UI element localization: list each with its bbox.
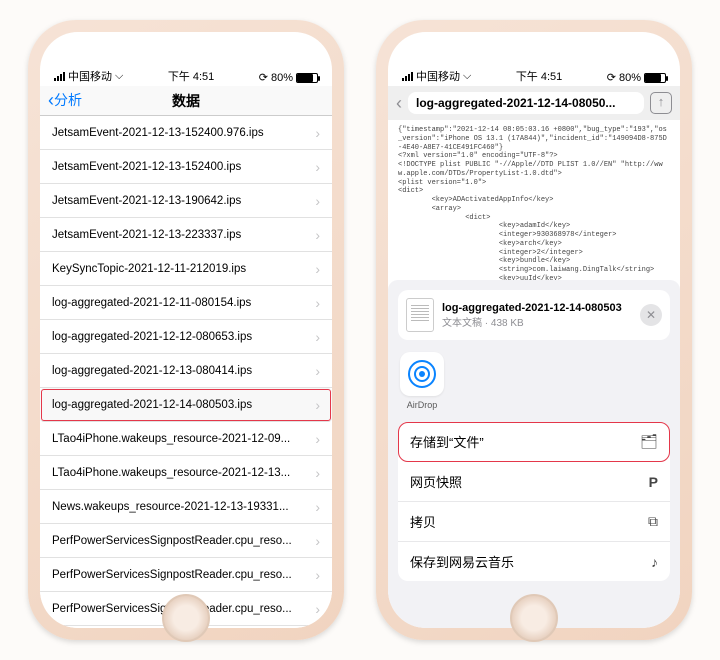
clock: 下午 4:51 (516, 68, 562, 84)
list-item-label: News.wakeups_resource-2021-12-13-19331..… (52, 501, 289, 513)
rotation-lock-icon: ⟳ (259, 71, 268, 84)
action-label: 网页快照 (410, 472, 462, 491)
file-subtitle: 文本文稿 · 438 KB (442, 314, 632, 329)
list-item-label: KeySyncTopic-2021-12-11-212019.ips (52, 263, 246, 275)
list-item[interactable]: PerfPowerServicesSignpostReader.cpu_reso… (40, 558, 332, 592)
list-item-label: JetsamEvent-2021-12-13-223337.ips (52, 229, 241, 241)
chevron-right-icon: › (315, 125, 320, 141)
list-item-label: LTao4iPhone.wakeups_resource-2021-12-09.… (52, 433, 290, 445)
list-item[interactable]: JetsamEvent-2021-12-13-223337.ips › (40, 218, 332, 252)
airdrop-button[interactable]: AirDrop (400, 352, 444, 410)
netease-music-icon: ♪ (651, 554, 658, 570)
carrier-label: 中国移动 (416, 68, 460, 84)
share-sheet: log-aggregated-2021-12-14-080503 文本文稿 · … (388, 280, 680, 628)
nav-bar: ‹ 分析 数据 (40, 86, 332, 116)
iphone-mockup-right: 中国移动 ⌵ 下午 4:51 ⟳ 80% ‹ log-aggregated-20… (376, 20, 692, 640)
list-item[interactable]: PerfPowerServicesSignpostReader.cpu_reso… (40, 524, 332, 558)
list-item[interactable]: News.wakeups_resource-2021-12-13-19331..… (40, 490, 332, 524)
chevron-right-icon: › (315, 193, 320, 209)
rotation-lock-icon: ⟳ (607, 71, 616, 84)
list-item[interactable]: LTao4iPhone.wakeups_resource-2021-12-09.… (40, 422, 332, 456)
list-item-label: PerfPowerServicesSignpostReader.cpu_reso… (52, 535, 292, 547)
list-item[interactable]: log-aggregated-2021-12-13-080414.ips › (40, 354, 332, 388)
battery-percent: 80% (619, 72, 641, 84)
chevron-right-icon: › (315, 601, 320, 617)
page-title: log-aggregated-2021-12-14-08050... (408, 92, 644, 114)
battery-icon (296, 73, 318, 83)
clock: 下午 4:51 (168, 68, 214, 84)
back-label: 分析 (54, 90, 82, 110)
list-item[interactable]: JetsamEvent-2021-12-13-152400.976.ips › (40, 116, 332, 150)
iphone-mockup-left: 中国移动 ⌵ 下午 4:51 ⟳ 80% ‹ 分析 数据 JetsamEvent… (28, 20, 344, 640)
chevron-right-icon: › (315, 567, 320, 583)
list-item-label: JetsamEvent-2021-12-13-152400.ips (52, 161, 241, 173)
chevron-right-icon: › (315, 465, 320, 481)
signal-icon (402, 72, 413, 81)
list-item[interactable]: LTao4iPhone.wakeups_resource-2021-12-13.… (40, 456, 332, 490)
action-list: 存储到“文件” 🗂 网页快照 P 拷贝 ⧉ 保存到网易云音乐 ♪ (398, 422, 670, 581)
file-content-view[interactable]: {"timestamp":"2021-12-14 08:05:03.16 +08… (388, 120, 680, 280)
status-bar: 中国移动 ⌵ 下午 4:51 ⟳ 80% (388, 46, 680, 86)
page-title: 数据 (172, 91, 200, 111)
screen-right: 中国移动 ⌵ 下午 4:51 ⟳ 80% ‹ log-aggregated-20… (388, 32, 680, 628)
airdrop-row: AirDrop (398, 348, 670, 414)
chevron-right-icon: › (315, 159, 320, 175)
copy-icon: ⧉ (648, 513, 658, 530)
chevron-right-icon: › (315, 261, 320, 277)
list-item-label: JetsamEvent-2021-12-13-190642.ips (52, 195, 241, 207)
chevron-right-icon: › (315, 329, 320, 345)
status-bar: 中国移动 ⌵ 下午 4:51 ⟳ 80% (40, 46, 332, 86)
log-file-list[interactable]: JetsamEvent-2021-12-13-152400.976.ips›Je… (40, 116, 332, 628)
list-item[interactable]: log-aggregated-2021-12-14-080503.ips › (40, 388, 332, 422)
list-item-label: log-aggregated-2021-12-13-080414.ips (52, 365, 252, 377)
chevron-right-icon: › (315, 363, 320, 379)
list-item-label: LTao4iPhone.wakeups_resource-2021-12-13.… (52, 467, 290, 479)
chevron-right-icon: › (315, 499, 320, 515)
wifi-icon: ⌵ (463, 70, 471, 83)
screen-left: 中国移动 ⌵ 下午 4:51 ⟳ 80% ‹ 分析 数据 JetsamEvent… (40, 32, 332, 628)
list-item[interactable]: KeySyncTopic-2021-12-11-212019.ips › (40, 252, 332, 286)
chevron-right-icon: › (315, 295, 320, 311)
list-item[interactable]: JetsamEvent-2021-12-13-152400.ips › (40, 150, 332, 184)
action-label: 保存到网易云音乐 (410, 552, 514, 571)
carrier-label: 中国移动 (68, 68, 112, 84)
battery-icon (644, 73, 666, 83)
action-label: 拷贝 (410, 512, 436, 531)
list-item-label: log-aggregated-2021-12-12-080653.ips (52, 331, 252, 343)
chevron-right-icon: › (315, 431, 320, 447)
list-item-label: log-aggregated-2021-12-11-080154.ips (52, 297, 251, 309)
action-label: 存储到“文件” (410, 432, 484, 451)
list-item[interactable]: log-aggregated-2021-12-11-080154.ips › (40, 286, 332, 320)
save-to-files-action[interactable]: 存储到“文件” 🗂 (398, 422, 670, 462)
wifi-icon: ⌵ (115, 70, 123, 83)
document-icon (406, 298, 434, 332)
save-netease-action[interactable]: 保存到网易云音乐 ♪ (398, 542, 670, 581)
home-button[interactable] (510, 594, 558, 642)
airdrop-icon (408, 360, 436, 388)
list-item-label: log-aggregated-2021-12-14-080503.ips (52, 399, 252, 411)
list-item[interactable]: log-aggregated-2021-12-12-080653.ips › (40, 320, 332, 354)
chevron-right-icon: › (315, 397, 320, 413)
airdrop-label: AirDrop (407, 400, 438, 410)
web-snapshot-action[interactable]: 网页快照 P (398, 462, 670, 502)
home-button[interactable] (162, 594, 210, 642)
back-button[interactable]: ‹ 分析 (48, 90, 82, 110)
battery-percent: 80% (271, 72, 293, 84)
list-item[interactable]: JetsamEvent-2021-12-13-190642.ips › (40, 184, 332, 218)
file-name: log-aggregated-2021-12-14-080503 (442, 302, 632, 314)
pocket-icon: P (649, 474, 658, 490)
signal-icon (54, 72, 65, 81)
nav-bar: ‹ log-aggregated-2021-12-14-08050... (388, 86, 680, 120)
back-button[interactable]: ‹ (396, 94, 402, 112)
list-item-label: PerfPowerServicesSignpostReader.cpu_reso… (52, 569, 292, 581)
chevron-right-icon: › (315, 533, 320, 549)
share-button[interactable] (650, 92, 672, 114)
list-item-label: JetsamEvent-2021-12-13-152400.976.ips (52, 127, 264, 139)
folder-icon: 🗂 (640, 433, 658, 450)
copy-action[interactable]: 拷贝 ⧉ (398, 502, 670, 542)
close-button[interactable]: ✕ (640, 304, 662, 326)
file-card: log-aggregated-2021-12-14-080503 文本文稿 · … (398, 290, 670, 340)
chevron-right-icon: › (315, 227, 320, 243)
